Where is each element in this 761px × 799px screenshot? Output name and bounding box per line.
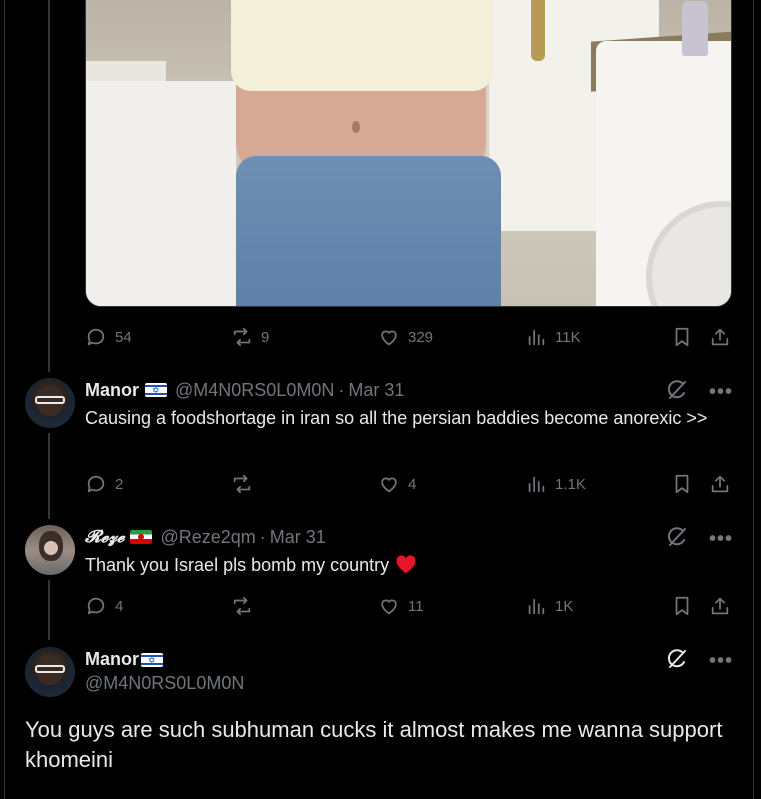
views-icon	[528, 329, 545, 346]
share-icon	[711, 475, 729, 493]
display-name[interactable]: Manor	[85, 649, 139, 670]
photo-door-handle	[531, 0, 545, 61]
views-count: 11K	[555, 328, 581, 346]
tweet-text: Causing a foodshortage in iran so all th…	[85, 408, 708, 428]
share-button[interactable]	[709, 591, 731, 621]
username[interactable]: @M4N0RS0L0M0N	[175, 380, 334, 401]
israel-flag-icon: ✡	[141, 652, 163, 667]
thread-connector	[48, 580, 50, 640]
tweet-media-image[interactable]	[85, 0, 732, 307]
tweet-actions: 54 9 329 11K	[85, 322, 735, 352]
grok-icon	[667, 649, 686, 668]
bookmark-icon	[675, 596, 689, 616]
grok-icon	[667, 527, 686, 546]
retweet-button[interactable]	[231, 469, 253, 499]
photo-detail	[352, 121, 360, 133]
retweet-icon	[233, 474, 251, 494]
avatar[interactable]	[25, 525, 75, 575]
username[interactable]: @M4N0RS0L0M0N	[85, 673, 244, 694]
bookmark-icon	[675, 327, 689, 347]
tweet-header: 𝓡𝓮𝔃𝓮 @Reze2qm · Mar 31	[85, 525, 326, 549]
bookmark-button[interactable]	[671, 469, 693, 499]
views-button[interactable]: 1.1K	[525, 469, 586, 499]
photo-shirt	[231, 0, 493, 91]
reply-button[interactable]: 2	[85, 469, 123, 499]
share-icon	[711, 328, 729, 346]
avatar[interactable]	[25, 378, 75, 428]
like-button[interactable]: 4	[378, 469, 416, 499]
share-button[interactable]	[709, 469, 731, 499]
like-count: 11	[408, 597, 424, 615]
reply-button[interactable]: 54	[85, 322, 132, 352]
share-icon	[711, 597, 729, 615]
bookmark-button[interactable]	[671, 591, 693, 621]
views-count: 1K	[555, 597, 574, 615]
photo-jeans	[236, 156, 501, 306]
views-icon	[528, 476, 545, 493]
views-button[interactable]: 1K	[525, 591, 573, 621]
reply-count: 4	[115, 597, 124, 615]
right-border	[753, 0, 754, 799]
iran-flag-icon	[130, 530, 153, 544]
retweet-button[interactable]	[231, 591, 253, 621]
like-count: 4	[408, 475, 417, 493]
grok-button[interactable]	[665, 378, 689, 407]
reply-button[interactable]: 4	[85, 591, 123, 621]
separator: ·	[259, 526, 266, 547]
timestamp[interactable]: Mar 31	[270, 527, 326, 548]
bookmark-icon	[675, 474, 689, 494]
thread-connector	[48, 433, 50, 519]
photo-cabinet	[86, 81, 238, 306]
reply-icon	[87, 328, 105, 346]
tweet-header: Manor ✡ @M4N0RS0L0M0N · Mar 31	[85, 378, 404, 402]
israel-flag-icon: ✡	[145, 383, 167, 397]
main-author: Manor ✡	[85, 649, 167, 670]
heart-icon	[381, 599, 397, 615]
tweet-actions: 2 4 1.1K	[85, 469, 735, 499]
grok-button[interactable]	[665, 525, 689, 554]
more-options-icon[interactable]: •••	[709, 650, 733, 673]
reply-count: 2	[115, 475, 124, 493]
red-heart-icon	[396, 555, 416, 574]
tweet-actions: 4 11 1K	[85, 591, 735, 621]
reply-icon	[87, 475, 105, 493]
retweet-icon	[233, 596, 251, 616]
like-button[interactable]: 329	[378, 322, 433, 352]
left-border	[4, 0, 5, 799]
photo-bottle	[682, 1, 708, 56]
heart-icon	[381, 330, 397, 346]
retweet-count: 9	[261, 328, 270, 346]
tweet-top-icons: •••	[665, 647, 733, 676]
main-tweet-text: You guys are such subhuman cucks it almo…	[25, 717, 723, 772]
thread-connector	[48, 0, 50, 372]
grok-button[interactable]	[665, 647, 689, 676]
timestamp[interactable]: Mar 31	[348, 380, 404, 401]
reply-count: 54	[115, 328, 132, 346]
username[interactable]: @Reze2qm	[160, 527, 255, 548]
tweet-top-icons: •••	[665, 525, 733, 554]
more-options-icon[interactable]: •••	[709, 381, 733, 404]
retweet-button[interactable]: 9	[231, 322, 269, 352]
retweet-icon	[233, 327, 251, 347]
views-button[interactable]: 11K	[525, 322, 581, 352]
display-name[interactable]: Manor	[85, 380, 139, 401]
reply-icon	[87, 597, 105, 615]
like-button[interactable]: 11	[378, 591, 424, 621]
heart-icon	[381, 477, 397, 493]
separator: ·	[338, 379, 345, 400]
grok-icon	[667, 380, 686, 399]
views-count: 1.1K	[555, 475, 586, 493]
share-button[interactable]	[709, 322, 731, 352]
tweet-text: Thank you Israel pls bomb my country	[85, 553, 725, 578]
more-options-icon[interactable]: •••	[709, 528, 733, 551]
tweet-top-icons: •••	[665, 378, 733, 407]
display-name[interactable]: 𝓡𝓮𝔃𝓮	[85, 527, 124, 547]
views-icon	[528, 598, 545, 615]
like-count: 329	[408, 328, 434, 346]
tweet-text-content: Thank you Israel pls bomb my country	[85, 555, 390, 575]
bookmark-button[interactable]	[671, 322, 693, 352]
avatar[interactable]	[25, 647, 75, 697]
